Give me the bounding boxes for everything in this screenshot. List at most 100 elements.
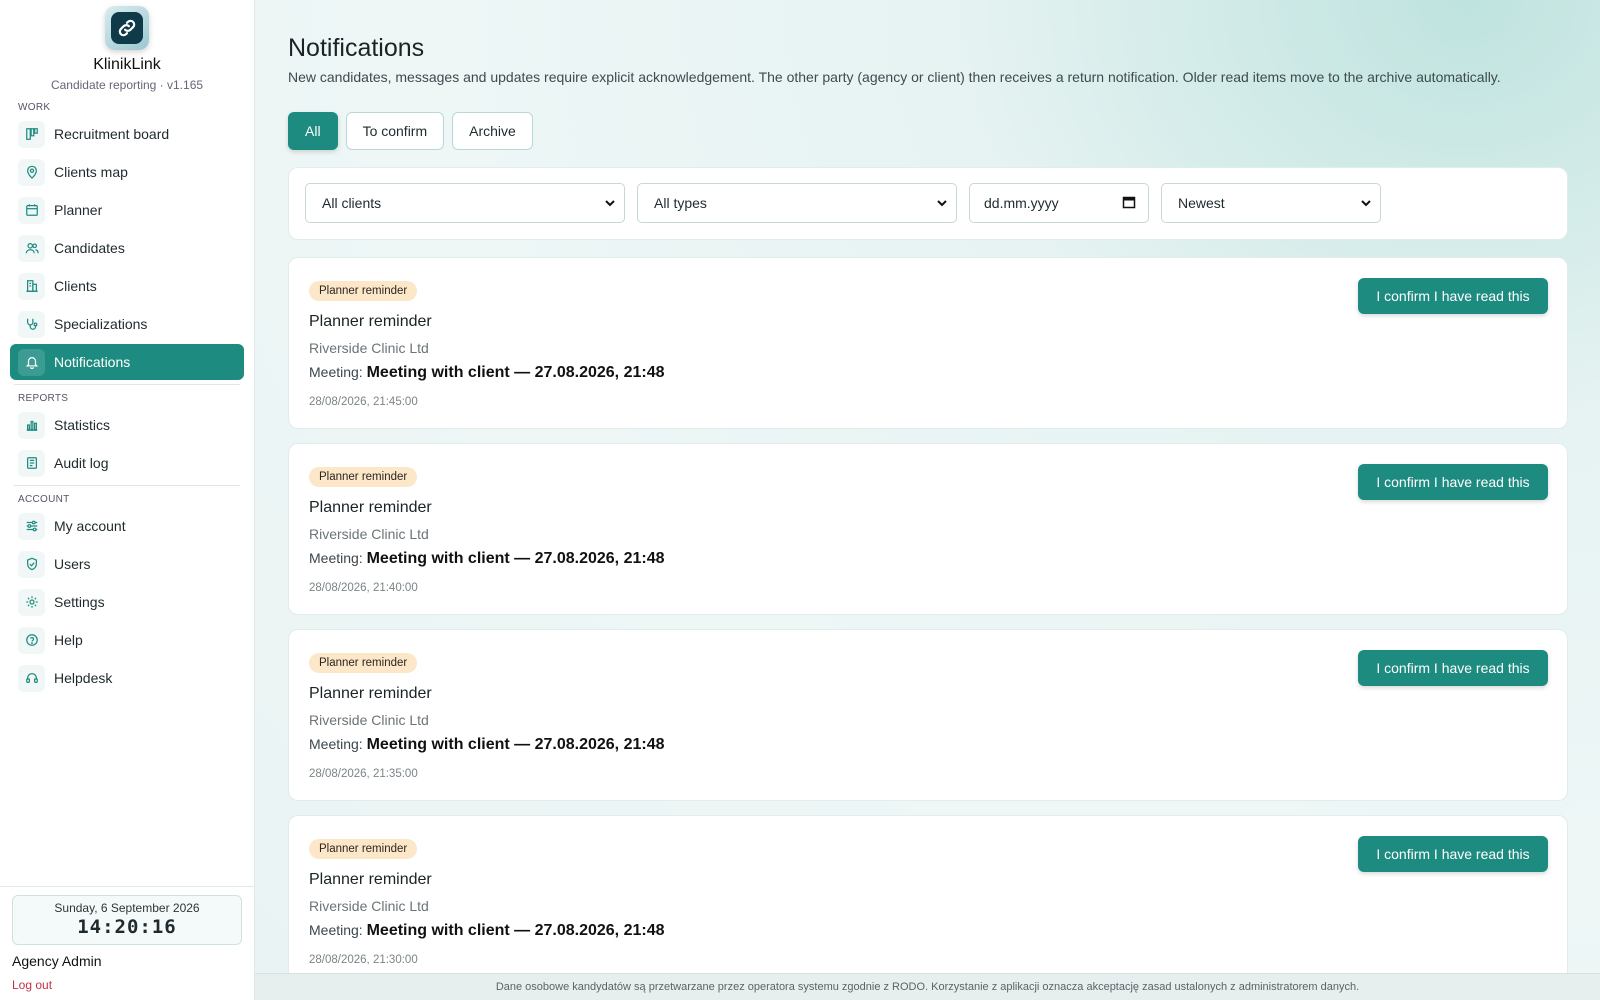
filter-bar: All clients All types dd.mm.yyyy Newest (288, 167, 1568, 240)
meeting-label: Meeting: (309, 736, 363, 752)
notification-meeting: Meeting: Meeting with client — 27.08.202… (309, 922, 665, 940)
sidebar-footer: Sunday, 6 September 2026 14:20:16 Agency… (0, 886, 254, 1000)
sidebar-item-label: Clients (54, 278, 97, 294)
sidebar-item-label: Statistics (54, 417, 111, 433)
page-title: Notifications (288, 34, 425, 62)
sidebar-item-statistics[interactable]: Statistics (10, 407, 244, 443)
confirm-read-button[interactable]: I confirm I have read this (1358, 836, 1548, 872)
building-icon (18, 272, 45, 300)
main-content: Notifications New candidates, messages a… (255, 0, 1600, 1000)
notification-title: Planner reminder (309, 499, 432, 516)
sidebar-item-users[interactable]: Users (10, 546, 244, 582)
gdpr-footer: Dane osobowe kandydatów są przetwarzane … (255, 973, 1600, 1000)
sidebar-item-label: Help (54, 632, 83, 648)
sidebar-divider (14, 485, 240, 486)
link-icon (111, 12, 143, 44)
calendar-icon[interactable] (1122, 195, 1136, 212)
client-filter-select[interactable]: All clients (305, 183, 625, 223)
notification-card: Planner reminder Planner reminder Rivers… (288, 443, 1568, 615)
tab-archive[interactable]: Archive (452, 112, 533, 150)
calendar-icon (18, 196, 45, 224)
sidebar-item-label: Planner (54, 202, 103, 218)
notification-type-badge: Planner reminder (309, 653, 418, 673)
clock-date: Sunday, 6 September 2026 (54, 901, 200, 915)
confirm-read-button[interactable]: I confirm I have read this (1358, 278, 1548, 314)
notification-timestamp: 28/08/2026, 21:35:00 (309, 768, 418, 780)
sidebar-item-clients[interactable]: Clients (10, 268, 244, 304)
tab-to-confirm[interactable]: To confirm (345, 112, 445, 150)
sidebar-item-planner[interactable]: Planner (10, 192, 244, 228)
app-logo (105, 6, 149, 50)
notification-card: Planner reminder Planner reminder Rivers… (288, 629, 1568, 801)
notification-timestamp: 28/08/2026, 21:40:00 (309, 582, 418, 594)
sidebar-divider (14, 384, 240, 385)
stethoscope-icon (18, 310, 45, 338)
notification-client: Riverside Clinic Ltd (309, 712, 429, 728)
section-label-reports: REPORTS (18, 393, 69, 404)
clock-time: 14:20:16 (77, 916, 177, 938)
sidebar-item-label: My account (54, 518, 126, 534)
notification-client: Riverside Clinic Ltd (309, 898, 429, 914)
sort-value: Newest (1178, 195, 1225, 211)
bell-icon (18, 348, 45, 376)
sidebar-item-candidates[interactable]: Candidates (10, 230, 244, 266)
sidebar-item-recruitment-board[interactable]: Recruitment board (10, 116, 244, 152)
section-label-work: WORK (18, 102, 51, 113)
notification-client: Riverside Clinic Ltd (309, 526, 429, 542)
notification-type-badge: Planner reminder (309, 467, 418, 487)
meeting-label: Meeting: (309, 922, 363, 938)
tab-bar: All To confirm Archive (288, 112, 541, 150)
notification-timestamp: 28/08/2026, 21:30:00 (309, 954, 418, 966)
notification-meeting: Meeting: Meeting with client — 27.08.202… (309, 736, 665, 754)
notification-type-badge: Planner reminder (309, 281, 418, 301)
notification-card: Planner reminder Planner reminder Rivers… (288, 815, 1568, 987)
notification-timestamp: 28/08/2026, 21:45:00 (309, 396, 418, 408)
users-icon (18, 234, 45, 262)
meeting-value: Meeting with client — 27.08.2026, 21:48 (366, 364, 665, 381)
logout-link[interactable]: Log out (12, 978, 254, 992)
bar-chart-icon (18, 411, 45, 439)
tab-all[interactable]: All (288, 112, 338, 150)
map-pin-icon (18, 158, 45, 186)
audit-icon (18, 449, 45, 477)
meeting-label: Meeting: (309, 364, 363, 380)
sidebar-item-clients-map[interactable]: Clients map (10, 154, 244, 190)
sidebar-item-settings[interactable]: Settings (10, 584, 244, 620)
meeting-value: Meeting with client — 27.08.2026, 21:48 (366, 550, 665, 567)
board-icon (18, 120, 45, 148)
help-icon (18, 626, 45, 654)
sidebar-item-help[interactable]: Help (10, 622, 244, 658)
notification-title: Planner reminder (309, 313, 432, 330)
sidebar-item-label: Notifications (54, 354, 131, 370)
shield-icon (18, 550, 45, 578)
app-subtitle: Candidate reporting · v1.165 (50, 78, 204, 92)
sidebar-item-specializations[interactable]: Specializations (10, 306, 244, 342)
current-user-name: Agency Admin (12, 953, 102, 969)
type-filter-select[interactable]: All types (637, 183, 957, 223)
meeting-label: Meeting: (309, 550, 363, 566)
sidebar-item-label: Helpdesk (54, 670, 113, 686)
brand: KlinikLink Candidate reporting · v1.165 (0, 0, 254, 92)
notification-title: Planner reminder (309, 871, 432, 888)
client-filter-value: All clients (322, 195, 382, 211)
confirm-read-button[interactable]: I confirm I have read this (1358, 650, 1548, 686)
notification-type-badge: Planner reminder (309, 839, 418, 859)
notification-meeting: Meeting: Meeting with client — 27.08.202… (309, 550, 665, 568)
meeting-value: Meeting with client — 27.08.2026, 21:48 (366, 736, 665, 753)
sidebar-item-label: Clients map (54, 164, 128, 180)
sort-select[interactable]: Newest (1161, 183, 1381, 223)
sidebar-item-audit-log[interactable]: Audit log (10, 445, 244, 481)
confirm-read-button[interactable]: I confirm I have read this (1358, 464, 1548, 500)
date-filter-input[interactable]: dd.mm.yyyy (969, 183, 1149, 223)
app-name: KlinikLink (93, 56, 161, 73)
sidebar-item-label: Candidates (54, 240, 125, 256)
sidebar-item-label: Specializations (54, 316, 148, 332)
sidebar-item-notifications[interactable]: Notifications (10, 344, 244, 380)
date-filter-placeholder: dd.mm.yyyy (984, 195, 1059, 211)
notification-meeting: Meeting: Meeting with client — 27.08.202… (309, 364, 665, 382)
sidebar-item-helpdesk[interactable]: Helpdesk (10, 660, 244, 696)
meeting-value: Meeting with client — 27.08.2026, 21:48 (366, 922, 665, 939)
sidebar-item-my-account[interactable]: My account (10, 508, 244, 544)
page-description: New candidates, messages and updates req… (288, 69, 1501, 85)
notification-client: Riverside Clinic Ltd (309, 340, 429, 356)
